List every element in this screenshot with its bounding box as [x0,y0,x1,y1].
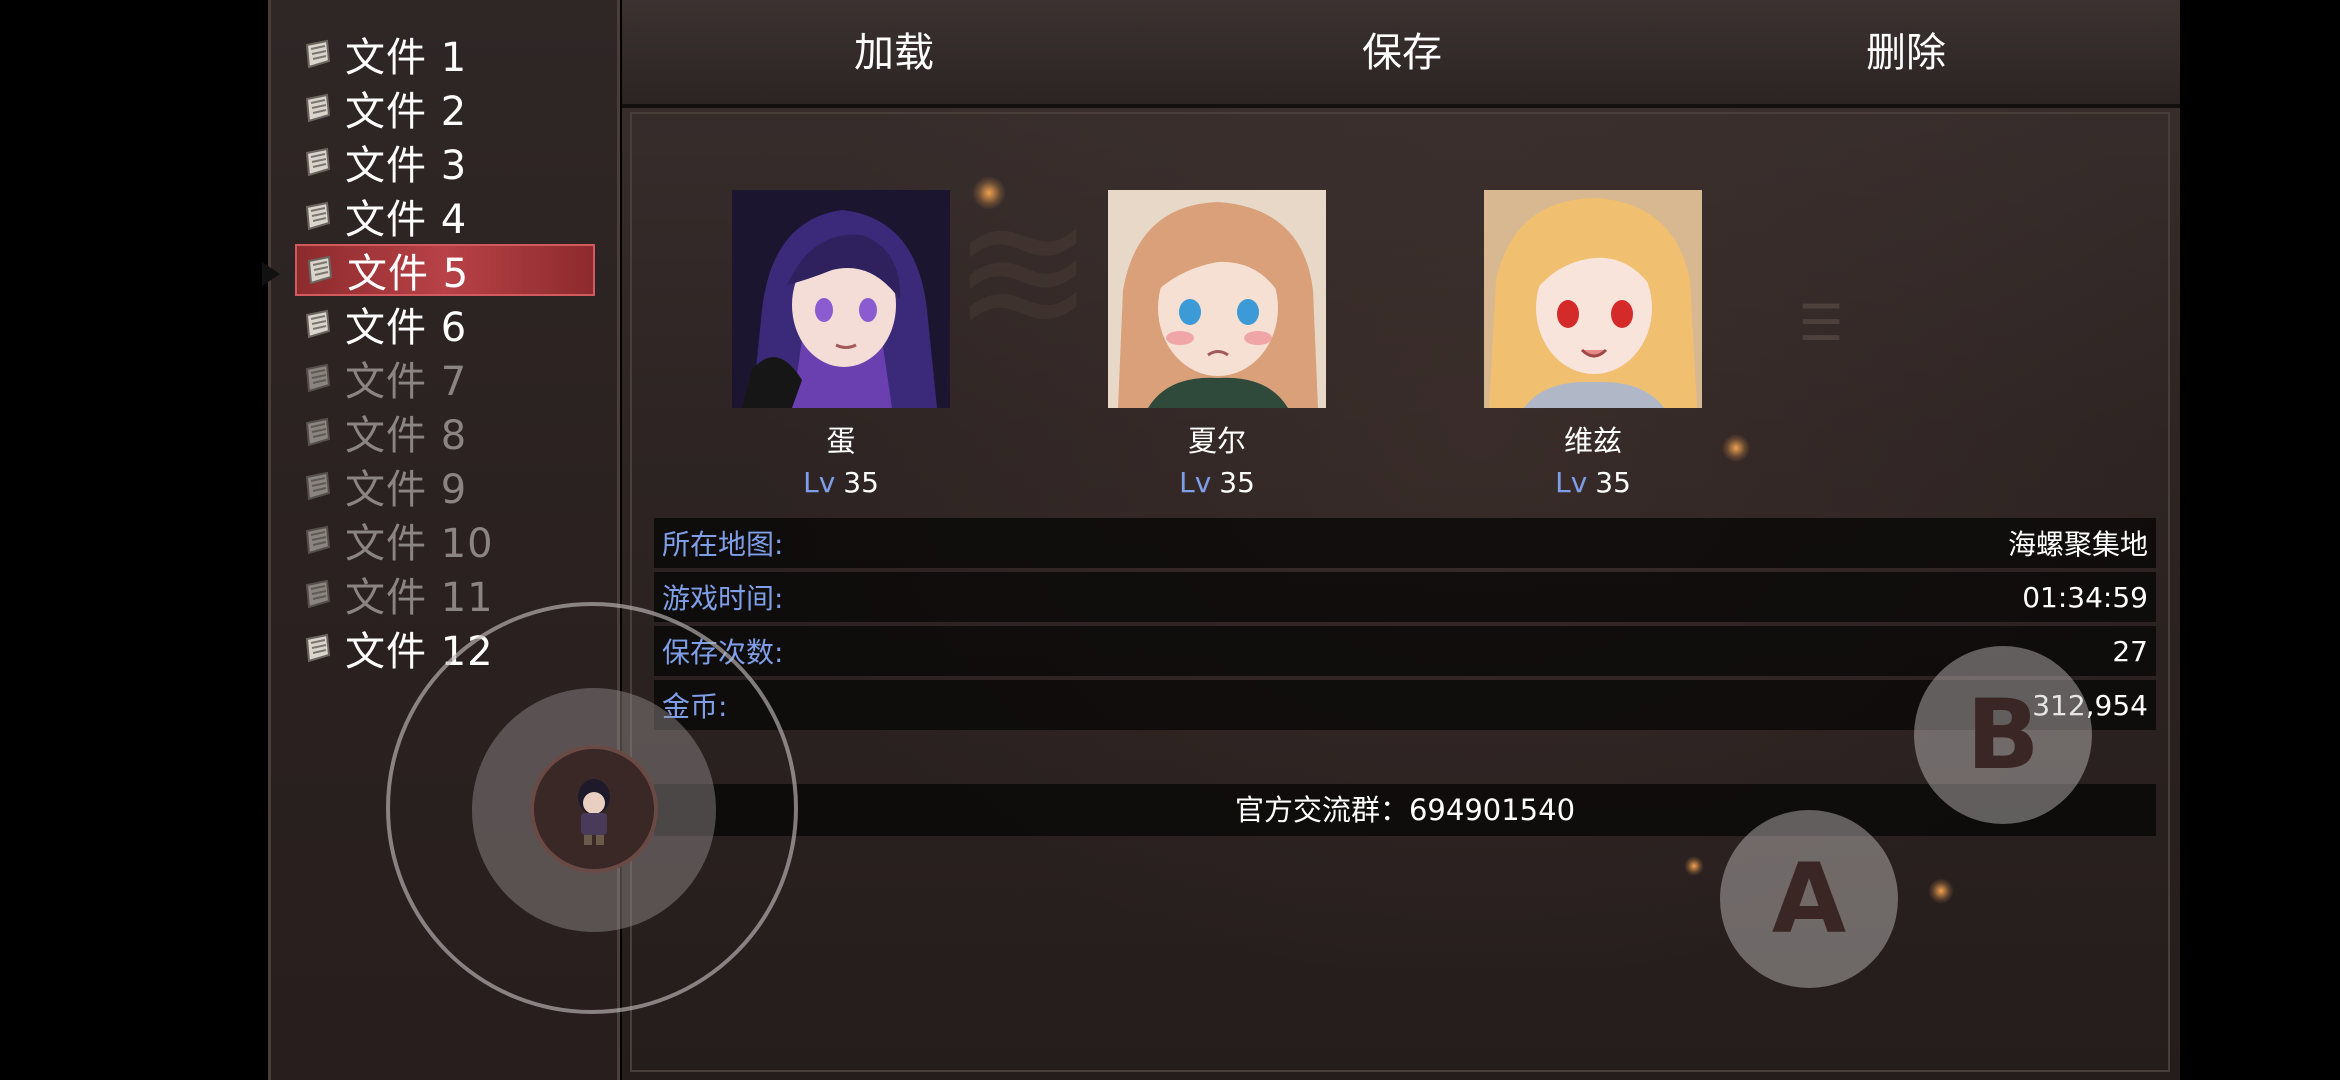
info-row-map: 所在地图: 海螺聚集地 [654,518,2156,568]
file-slot-label: 文件 8 [345,413,468,459]
ember-particle [1684,856,1704,876]
file-slot-label: 文件 4 [345,197,468,243]
info-row-save-count: 保存次数: 27 [654,626,2156,676]
character-name: 夏尔 [1187,424,1246,458]
playtime-value: 01:34:59 [2022,580,2148,614]
level-value: 35 [843,466,879,499]
action-tab-bar: 加载 保存 删除 [622,0,2180,108]
scroll-icon [305,633,331,663]
file-slot-6[interactable]: 文件 6 [295,298,595,351]
playtime-label: 游戏时间: [662,582,784,615]
party-member-1: 蛋 Lv 35 [732,190,950,499]
file-slot-label: 文件 10 [345,521,494,567]
file-slot-3[interactable]: 文件 3 [295,136,595,189]
scroll-icon [305,93,331,123]
party-member-2: 夏尔 Lv 35 [1108,190,1326,499]
file-slot-label: 文件 7 [345,359,468,405]
save-tab[interactable]: 保存 [1252,20,1552,86]
level-prefix: Lv [803,466,836,499]
selection-cursor-icon [262,262,280,286]
joystick-knob-character-icon[interactable] [530,745,658,873]
scroll-icon [305,201,331,231]
character-level: Lv 35 [1484,466,1702,499]
file-slot-2[interactable]: 文件 2 [295,82,595,135]
ember-particle [1722,434,1750,462]
file-slot-4[interactable]: 文件 4 [295,190,595,243]
save-info-frame: ≋ ☰ 蛋 Lv 35 夏尔 Lv 35 维兹 Lv 35 所在地图: 海螺聚集… [630,112,2170,1072]
file-slot-9[interactable]: 文件 9 [295,460,595,513]
file-slot-label: 文件 5 [347,251,470,297]
file-slot-label: 文件 1 [345,35,468,81]
ember-particle [972,176,1006,210]
file-slot-label: 文件 2 [345,89,468,135]
scroll-icon [307,255,333,285]
character-portrait [1108,190,1326,408]
file-slot-label: 文件 9 [345,467,468,513]
level-prefix: Lv [1179,466,1212,499]
a-button[interactable]: A [1720,810,1898,988]
scroll-icon [305,147,331,177]
level-prefix: Lv [1555,466,1588,499]
scroll-icon [305,309,331,339]
file-slot-label: 文件 3 [345,143,468,189]
ember-particle [1928,878,1954,904]
delete-tab[interactable]: 删除 [1756,20,2056,86]
save-detail-panel: 加载 保存 删除 ≋ ☰ 蛋 Lv 35 夏尔 Lv 35 维兹 Lv 35 所… [622,0,2180,1080]
character-name: 蛋 [826,424,856,458]
file-slot-10[interactable]: 文件 10 [295,514,595,567]
scroll-icon [305,579,331,609]
background-seal-icon: ☰ [1792,294,1850,352]
scroll-icon [305,363,331,393]
scroll-icon [305,525,331,555]
character-portrait [732,190,950,408]
character-level: Lv 35 [732,466,950,499]
character-portrait [1484,190,1702,408]
info-row-playtime: 游戏时间: 01:34:59 [654,572,2156,622]
scroll-icon [305,471,331,501]
file-slot-5[interactable]: 文件 5 [295,244,595,297]
scroll-icon [305,417,331,447]
save-count-value: 27 [2112,634,2148,668]
file-slot-label: 文件 6 [345,305,468,351]
load-tab[interactable]: 加载 [744,20,1044,86]
level-value: 35 [1595,466,1631,499]
map-label: 所在地图: [662,528,784,561]
background-calligraphy: ≋ [952,174,1095,372]
character-level: Lv 35 [1108,466,1326,499]
map-value: 海螺聚集地 [2007,528,2148,561]
official-group-banner: 官方交流群：694901540 [654,784,2156,836]
file-slot-label: 文件 11 [345,575,494,621]
file-slot-7[interactable]: 文件 7 [295,352,595,405]
character-name: 维兹 [1563,424,1622,458]
level-value: 35 [1219,466,1255,499]
scroll-icon [305,39,331,69]
file-slot-8[interactable]: 文件 8 [295,406,595,459]
b-button[interactable]: B [1914,646,2092,824]
file-slot-1[interactable]: 文件 1 [295,28,595,81]
party-member-3: 维兹 Lv 35 [1484,190,1702,499]
